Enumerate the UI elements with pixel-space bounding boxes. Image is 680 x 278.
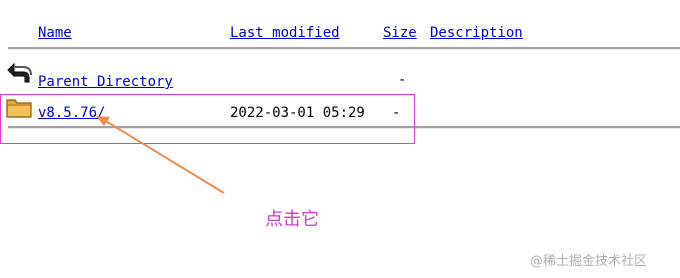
watermark: @稀土掘金技术社区 [530, 254, 648, 269]
annotation-text: 点击它 [265, 209, 319, 230]
annotation-arrow [96, 116, 225, 194]
